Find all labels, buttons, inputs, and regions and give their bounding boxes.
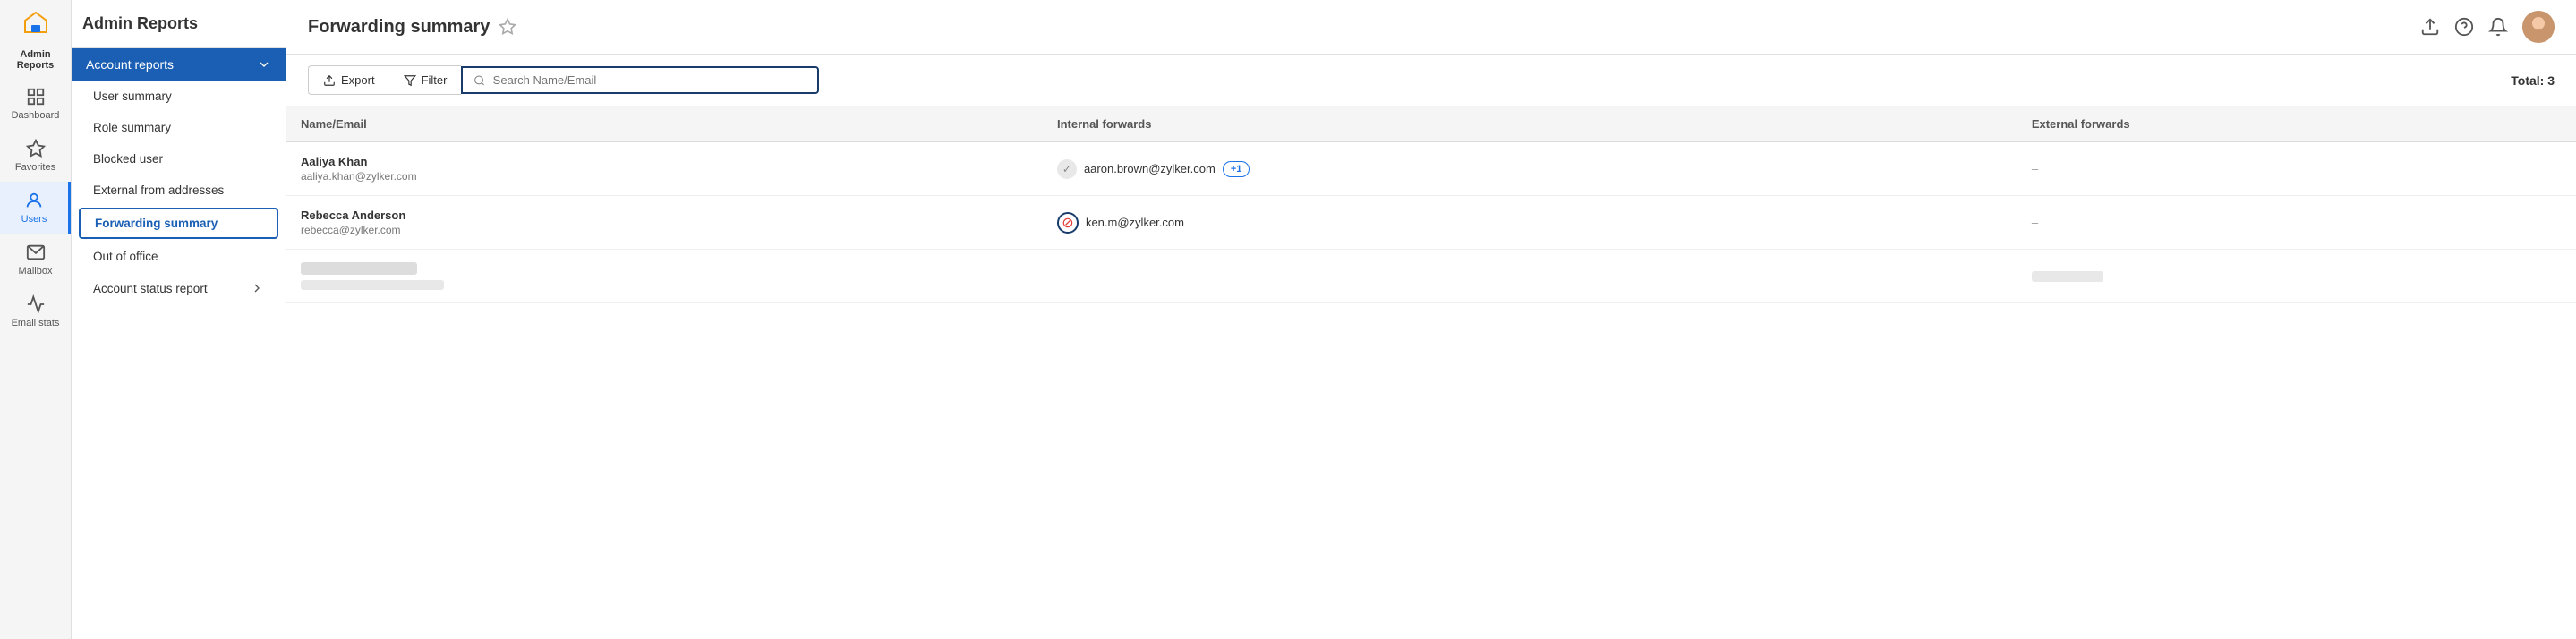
topbar-actions — [2420, 11, 2555, 43]
sidebar-title: Admin Reports — [72, 0, 286, 48]
filter-button[interactable]: Filter — [389, 65, 462, 95]
blurred-name — [301, 262, 417, 275]
export-icon — [323, 74, 336, 87]
sidebar-item-users[interactable]: Users — [0, 182, 71, 234]
email-stats-label: Email stats — [12, 318, 60, 328]
sidebar-item-favorites[interactable]: Favorites — [0, 130, 71, 182]
app-title-label: Admin Reports — [0, 49, 71, 71]
check-circle-icon: ✓ — [1057, 159, 1077, 179]
internal-forwards-cell: – — [1043, 250, 2017, 303]
forwarding-table: Name/Email Internal forwards External fo… — [286, 106, 2576, 303]
left-navigation: Admin Reports Dashboard Favorites Users … — [0, 0, 72, 639]
help-icon[interactable] — [2454, 17, 2474, 37]
sidebar: Admin Reports Account reports User summa… — [72, 0, 286, 639]
blurred-external — [2032, 271, 2103, 282]
main-content: Forwarding summary — [286, 0, 2576, 639]
topbar: Forwarding summary — [286, 0, 2576, 55]
toolbar: Export Filter Total: 3 — [286, 55, 2576, 106]
external-value: – — [2032, 162, 2038, 175]
table-row: Aaliya Khan aaliya.khan@zylker.com ✓ aar… — [286, 142, 2576, 196]
dashboard-label: Dashboard — [12, 110, 60, 121]
table-row: – — [286, 250, 2576, 303]
total-count: Total: 3 — [2511, 73, 2555, 88]
export-button[interactable]: Export — [308, 65, 389, 95]
sidebar-item-mailbox[interactable]: Mailbox — [0, 234, 71, 285]
sidebar-item-blocked-user[interactable]: Blocked user — [72, 143, 286, 175]
filter-icon — [404, 74, 416, 87]
name-email-cell: Aaliya Khan aaliya.khan@zylker.com — [286, 142, 1043, 196]
page-title: Forwarding summary — [308, 17, 490, 38]
col-internal-forwards: Internal forwards — [1043, 106, 2017, 142]
sidebar-item-account-status-report[interactable]: Account status report — [72, 272, 286, 304]
search-input[interactable] — [493, 73, 807, 87]
search-icon — [473, 74, 485, 87]
sidebar-item-forwarding-summary[interactable]: Forwarding summary — [79, 208, 278, 239]
blurred-email — [301, 280, 444, 290]
sidebar-item-external-from-addresses[interactable]: External from addresses — [72, 175, 286, 206]
table-row: Rebecca Anderson rebecca@zylker.com ⊘ ke… — [286, 196, 2576, 250]
account-reports-label: Account reports — [86, 57, 174, 72]
internal-value: – — [1057, 269, 1063, 283]
users-label: Users — [21, 214, 47, 225]
filter-label: Filter — [422, 73, 448, 87]
avatar[interactable] — [2522, 11, 2555, 43]
user-name: Rebecca Anderson — [301, 209, 1028, 222]
page-title-container: Forwarding summary — [308, 17, 516, 38]
user-email: rebecca@zylker.com — [301, 224, 1028, 236]
user-email: aaliya.khan@zylker.com — [301, 170, 1028, 183]
upload-icon[interactable] — [2420, 17, 2440, 37]
badge: +1 — [1223, 161, 1250, 177]
forwards-cell: ✓ aaron.brown@zylker.com +1 — [1057, 159, 2003, 179]
forwards-cell: ⊘ ken.m@zylker.com — [1057, 212, 2003, 234]
sidebar-item-out-of-office[interactable]: Out of office — [72, 241, 286, 272]
internal-address: aaron.brown@zylker.com — [1084, 162, 1215, 175]
external-forwards-cell — [2017, 250, 2576, 303]
name-email-cell: Rebecca Anderson rebecca@zylker.com — [286, 196, 1043, 250]
account-reports-section[interactable]: Account reports — [72, 48, 286, 81]
app-logo — [20, 7, 52, 42]
mailbox-label: Mailbox — [19, 266, 53, 277]
export-label: Export — [341, 73, 375, 87]
favorites-label: Favorites — [15, 162, 55, 173]
external-forwards-cell: – — [2017, 142, 2576, 196]
external-forwards-cell: – — [2017, 196, 2576, 250]
sidebar-item-role-summary[interactable]: Role summary — [72, 112, 286, 143]
chevron-right-icon — [250, 281, 264, 295]
internal-forwards-cell: ⊘ ken.m@zylker.com — [1043, 196, 2017, 250]
table-container: Name/Email Internal forwards External fo… — [286, 106, 2576, 639]
sidebar-item-email-stats[interactable]: Email stats — [0, 285, 71, 337]
col-external-forwards: External forwards — [2017, 106, 2576, 142]
star-icon[interactable] — [499, 18, 516, 36]
search-box[interactable] — [461, 66, 819, 94]
chevron-down-icon — [257, 57, 271, 72]
block-icon: ⊘ — [1057, 212, 1079, 234]
table-header-row: Name/Email Internal forwards External fo… — [286, 106, 2576, 142]
external-value: – — [2032, 216, 2038, 229]
sidebar-item-user-summary[interactable]: User summary — [72, 81, 286, 112]
internal-forwards-cell: ✓ aaron.brown@zylker.com +1 — [1043, 142, 2017, 196]
sidebar-item-dashboard[interactable]: Dashboard — [0, 78, 71, 130]
internal-address: ken.m@zylker.com — [1086, 216, 1184, 229]
name-email-cell — [286, 250, 1043, 303]
col-name-email: Name/Email — [286, 106, 1043, 142]
notification-icon[interactable] — [2488, 17, 2508, 37]
user-name: Aaliya Khan — [301, 155, 1028, 168]
